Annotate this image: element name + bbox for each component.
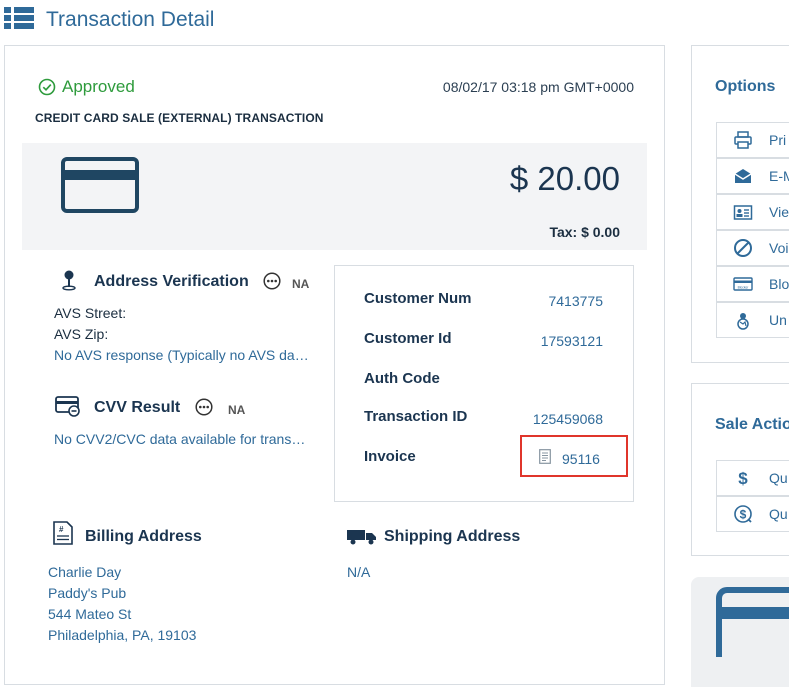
document-icon <box>539 449 551 464</box>
status-badge: Approved <box>38 77 135 97</box>
credit-card-icon <box>61 157 139 213</box>
sale-action-1-label: Qu <box>769 470 788 486</box>
customer-id-label: Customer Id <box>364 330 452 347</box>
envelope-icon <box>734 169 752 183</box>
option-view[interactable]: Vie <box>716 194 789 230</box>
tax-amount: Tax: $ 0.00 <box>549 224 620 240</box>
svg-text:Blocker: Blocker <box>738 286 750 290</box>
option-unblock-label: Un <box>769 312 787 328</box>
transaction-id-value: 125459068 <box>532 411 603 427</box>
sale-action-quick-refund[interactable]: $ Qu <box>716 496 789 532</box>
id-card-icon <box>733 205 753 220</box>
avs-zip-label: AVS Zip: <box>54 326 109 342</box>
option-email-label: E-M <box>769 168 789 184</box>
ellipsis-circle-icon[interactable] <box>263 272 281 290</box>
transaction-amount: $ 20.00 <box>509 160 620 197</box>
options-title: Options <box>715 78 776 95</box>
globe-person-icon <box>737 313 749 330</box>
billing-line-name: Charlie Day <box>48 564 122 580</box>
shipping-address-title: Shipping Address <box>384 528 521 545</box>
option-unblock[interactable]: Un <box>716 302 789 338</box>
sale-action-2-label: Qu <box>769 506 788 522</box>
customer-id-value[interactable]: 17593121 <box>470 333 603 349</box>
billing-document-icon: # <box>53 521 73 545</box>
transaction-datetime: 08/02/17 03:18 pm GMT+0000 <box>442 79 634 95</box>
cvv-status: NA <box>228 403 246 417</box>
auth-code-label: Auth Code <box>364 370 440 387</box>
option-void-label: Voi <box>769 240 789 256</box>
ellipsis-circle-icon[interactable] <box>195 398 213 416</box>
svg-text:$: $ <box>738 469 748 488</box>
dollar-refresh-icon: $ <box>734 505 752 523</box>
truck-icon <box>347 530 376 545</box>
sale-actions-title: Sale Actio <box>715 416 789 433</box>
list-icon <box>4 7 34 29</box>
credit-card-icon <box>716 587 789 657</box>
svg-text:#: # <box>59 525 64 534</box>
shipping-value: N/A <box>347 564 371 580</box>
cvv-response: No CVV2/CVC data available for transacti… <box>54 431 310 447</box>
option-print[interactable]: Pri <box>716 122 789 158</box>
option-void[interactable]: Voi <box>716 230 789 266</box>
option-block[interactable]: Blocker Blo <box>716 266 789 302</box>
option-view-label: Vie <box>769 204 789 220</box>
avs-response: No AVS response (Typically no AVS data s… <box>54 347 312 363</box>
customer-num-label: Customer Num <box>364 290 472 307</box>
billing-line-company: Paddy's Pub <box>48 585 127 601</box>
sale-action-quick-sale[interactable]: $ Qu <box>716 460 789 496</box>
ban-icon <box>734 239 752 257</box>
cvv-result-title: CVV Result <box>94 399 181 416</box>
map-pin-icon <box>62 270 76 291</box>
customer-num-value[interactable]: 7413775 <box>470 293 603 309</box>
billing-line-city: Philadelphia, PA, 19103 <box>48 627 197 643</box>
svg-text:$: $ <box>740 508 747 522</box>
avs-status: NA <box>292 277 310 291</box>
card-check-icon <box>55 396 80 417</box>
option-print-label: Pri <box>769 132 787 148</box>
transaction-type: CREDIT CARD SALE (EXTERNAL) TRANSACTION <box>35 111 324 125</box>
transaction-id-label: Transaction ID <box>364 408 468 425</box>
blocker-card-icon: Blocker <box>733 277 753 291</box>
dollar-icon: $ <box>738 469 748 488</box>
option-email[interactable]: E-M <box>716 158 789 194</box>
option-block-label: Blo <box>769 276 789 292</box>
invoice-label: Invoice <box>364 448 416 465</box>
address-verification-title: Address Verification <box>94 273 249 290</box>
check-circle-icon <box>38 78 56 96</box>
billing-line-street: 544 Mateo St <box>48 606 132 622</box>
printer-icon <box>734 131 752 149</box>
avs-street-label: AVS Street: <box>54 305 127 321</box>
billing-address-title: Billing Address <box>85 528 202 545</box>
status-text: Approved <box>62 77 135 96</box>
page-title: Transaction Detail <box>46 8 215 31</box>
invoice-link[interactable]: 95116 <box>562 451 600 467</box>
